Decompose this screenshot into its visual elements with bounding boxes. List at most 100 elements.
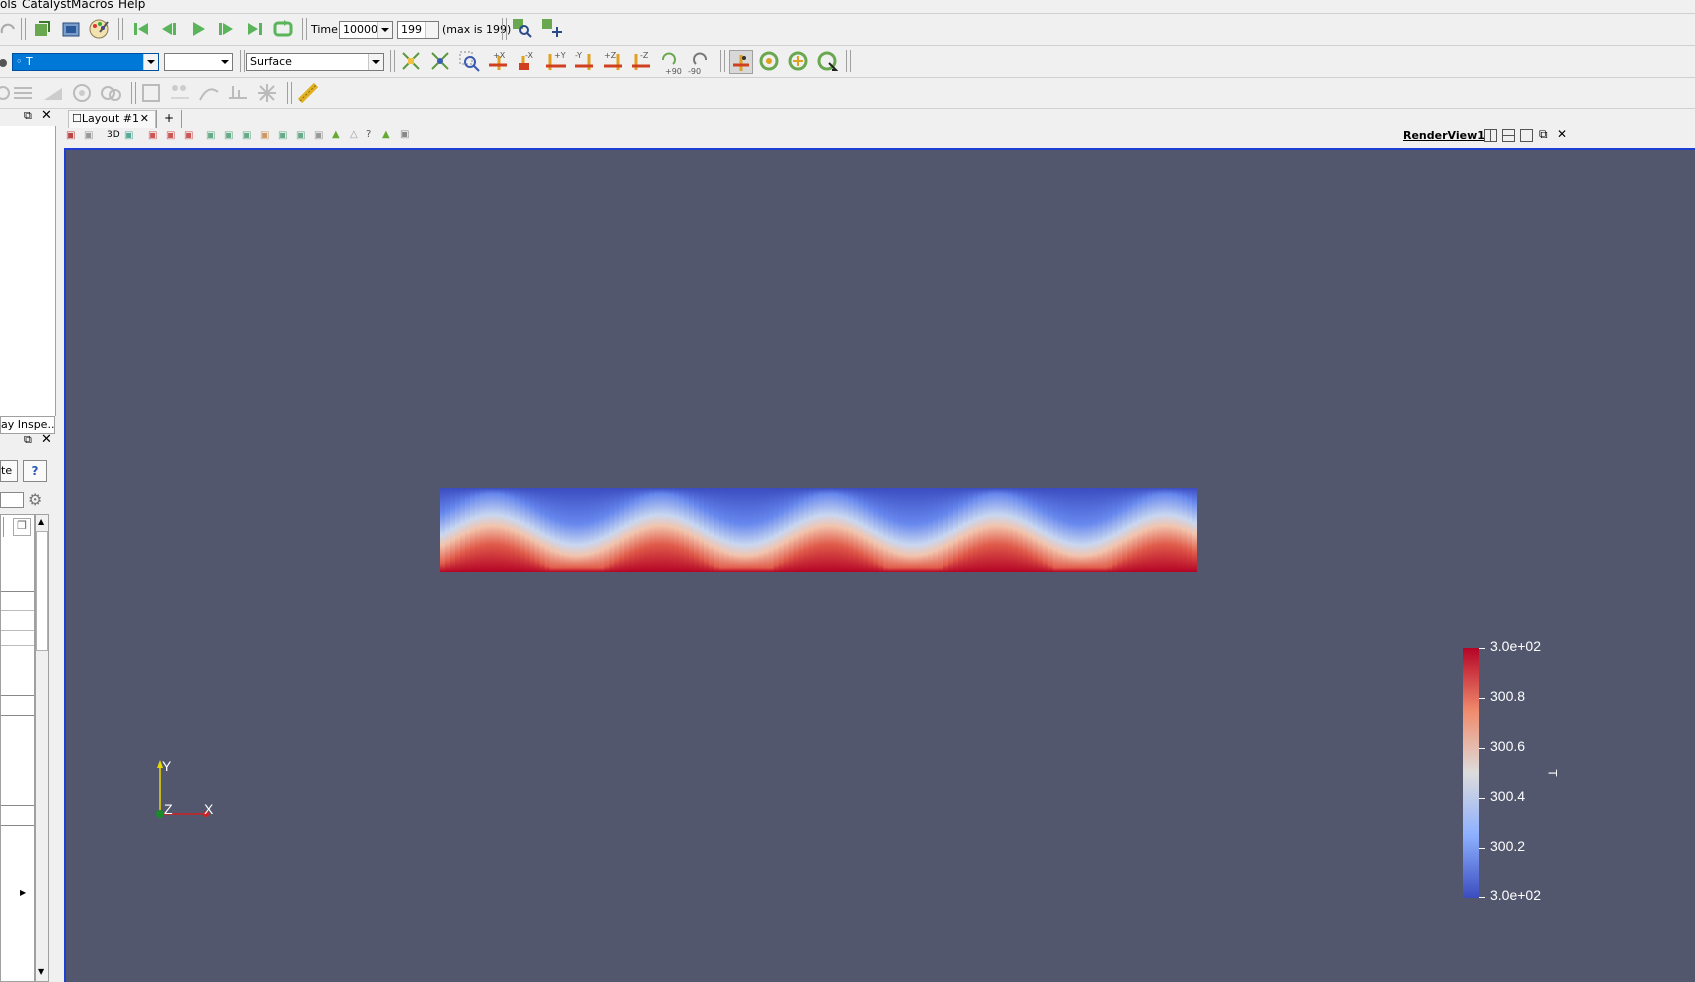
component-combo[interactable]	[164, 53, 233, 71]
split-vertical-icon[interactable]	[1502, 129, 1515, 142]
tab-layout-1[interactable]: ☐Layout #1 ✕	[68, 110, 156, 128]
stream-tracer-icon[interactable]	[198, 82, 220, 104]
ruler-icon[interactable]	[297, 82, 319, 104]
add-query-icon[interactable]	[540, 17, 562, 39]
calculator-icon[interactable]	[0, 82, 12, 104]
shrink-selection-icon[interactable]: ▣	[278, 130, 287, 141]
find-selection-icon[interactable]: ▲	[382, 129, 390, 140]
camera-undo-icon[interactable]: ▣	[84, 130, 93, 141]
rotate-minus-90-icon[interactable]: -90	[688, 50, 710, 76]
edit-ruler-icon[interactable]: ▲	[332, 129, 340, 140]
pipeline-browser[interactable]	[0, 126, 56, 416]
clip-icon[interactable]	[42, 82, 64, 104]
properties-scrollbar[interactable]: ▲ ▼	[35, 514, 49, 982]
properties-panel[interactable]: ❐	[0, 514, 35, 982]
field-strip	[1077, 488, 1084, 572]
temperature-field-surface[interactable]	[440, 488, 1197, 572]
previous-frame-icon[interactable]	[158, 18, 180, 40]
view-minus-z-icon[interactable]: -Z	[630, 50, 652, 72]
save-state-icon[interactable]	[31, 18, 53, 40]
timestep-spinbox[interactable]: 199	[397, 21, 439, 39]
field-strip	[679, 488, 685, 572]
ruler-off-icon[interactable]: △	[350, 129, 358, 140]
field-strip	[564, 488, 571, 572]
add-layout-tab[interactable]: +	[156, 110, 182, 128]
field-strip	[489, 488, 496, 572]
float-panel-icon[interactable]: ⧉	[24, 109, 32, 123]
menu-tools[interactable]: ols	[0, 0, 17, 11]
pick-center-icon[interactable]	[787, 50, 809, 72]
extract-subset-icon[interactable]	[140, 82, 162, 104]
view-plus-z-icon[interactable]: +Z	[602, 50, 624, 72]
gear-icon[interactable]: ⚙	[28, 490, 42, 509]
select-block-icon[interactable]: ▣	[206, 130, 215, 141]
select-points-icon[interactable]: ▣	[166, 130, 175, 141]
zoom-to-data-icon[interactable]	[429, 50, 451, 72]
scrollbar-thumb[interactable]	[36, 531, 48, 651]
reset-center-icon[interactable]	[758, 50, 780, 72]
close-properties-icon[interactable]: ✕	[41, 432, 52, 447]
find-data-icon[interactable]	[511, 17, 533, 39]
max-timestep-label: (max is 199)	[442, 23, 512, 36]
view-plus-x-icon[interactable]: +X	[487, 50, 509, 72]
show-center-icon[interactable]	[729, 50, 753, 74]
clear-selection-icon[interactable]: ▣	[400, 129, 409, 140]
view-minus-x-icon[interactable]: -X	[515, 50, 537, 72]
glyph-icon[interactable]	[169, 82, 191, 104]
next-frame-icon[interactable]	[215, 18, 237, 40]
loop-icon[interactable]	[272, 18, 294, 40]
screenshot-icon[interactable]	[60, 18, 82, 40]
field-strip	[768, 488, 775, 572]
rotate-plus-90-icon[interactable]: +90	[659, 50, 682, 76]
group-datasets-icon[interactable]	[256, 82, 278, 104]
hover-points-icon[interactable]: ▣	[242, 130, 251, 141]
menu-macros[interactable]: Macros	[71, 0, 114, 11]
close-tab-icon[interactable]: ✕	[140, 111, 149, 127]
hover-cells-icon[interactable]: ?	[366, 129, 371, 140]
last-frame-icon[interactable]	[244, 18, 266, 40]
extract-selection-icon[interactable]: ▣	[296, 130, 305, 141]
plot-selection-icon[interactable]: ▣	[314, 130, 323, 141]
field-strip	[778, 488, 785, 572]
search-field[interactable]	[0, 492, 24, 508]
menu-help[interactable]: Help	[118, 0, 145, 11]
slice-icon[interactable]	[71, 82, 93, 104]
float-properties-icon[interactable]: ⧉	[24, 433, 32, 447]
threshold-icon[interactable]	[100, 82, 122, 104]
reset-camera-icon[interactable]	[400, 50, 422, 72]
close-view-icon[interactable]: ✕	[1557, 127, 1567, 141]
view-plus-y-icon[interactable]: +Y	[544, 50, 566, 72]
zoom-to-box-icon[interactable]	[458, 50, 480, 72]
select-frustum-icon[interactable]: ▣	[184, 130, 193, 141]
color-palette-icon[interactable]	[88, 18, 110, 40]
representation-combo[interactable]: Surface	[246, 53, 384, 71]
eye-icon[interactable]	[0, 52, 10, 74]
time-combo[interactable]: 10000	[339, 21, 393, 39]
apply-button[interactable]: te	[0, 460, 18, 482]
scroll-right-arrow[interactable]: ▶	[20, 888, 26, 897]
variable-combo[interactable]: ◦ T	[12, 53, 159, 71]
select-cells-icon[interactable]: ▣	[148, 130, 157, 141]
field-strip	[803, 488, 810, 572]
play-icon[interactable]	[187, 18, 209, 40]
interactive-select-icon[interactable]: ▣	[224, 130, 233, 141]
maximize-view-icon[interactable]	[1520, 129, 1533, 142]
interactive-center-icon[interactable]	[816, 50, 839, 72]
help-button[interactable]: ?	[23, 460, 47, 482]
first-frame-icon[interactable]	[130, 18, 152, 40]
redo-icon[interactable]	[0, 19, 18, 41]
menu-catalyst[interactable]: Catalyst	[22, 0, 71, 11]
restore-view-icon[interactable]: ⧉	[1539, 127, 1548, 142]
warp-icon[interactable]	[227, 82, 249, 104]
view-name-label[interactable]: RenderView1	[1403, 129, 1485, 142]
contour-icon[interactable]	[12, 82, 34, 104]
view-minus-y-icon[interactable]: -Y	[573, 50, 595, 72]
camera-settings-icon[interactable]: ▣	[124, 130, 133, 141]
split-horizontal-icon[interactable]	[1484, 129, 1497, 142]
copy-icon[interactable]: ❐	[13, 518, 31, 536]
field-strip	[1067, 488, 1074, 572]
toggle-3d-button[interactable]: 3D	[107, 130, 120, 140]
grow-selection-icon[interactable]: ▣	[260, 130, 269, 141]
capture-view-icon[interactable]: ▣	[66, 130, 75, 141]
close-panel-icon[interactable]: ✕	[41, 108, 52, 123]
